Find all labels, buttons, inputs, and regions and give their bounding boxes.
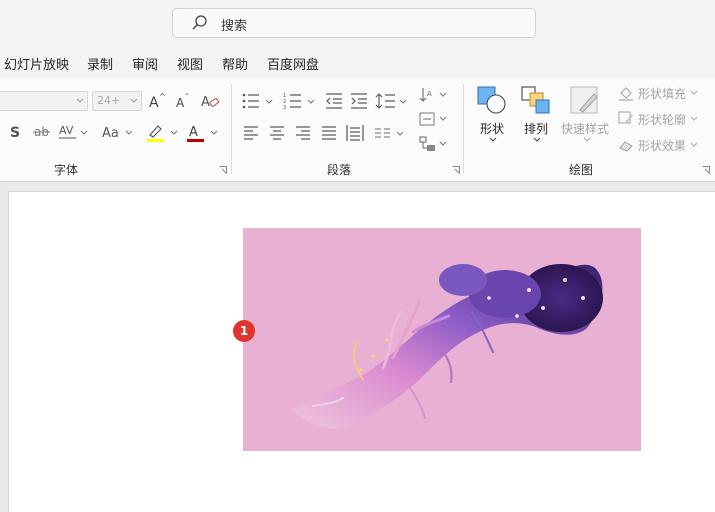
quick-styles-label: 快速样式 bbox=[561, 122, 610, 136]
ribbon: 24+ A ^ Aˇ A S ab AV Aa A 字体 123 A 段落 形状… bbox=[0, 78, 715, 182]
search-box[interactable]: 搜索 bbox=[172, 8, 536, 38]
character-spacing-icon[interactable]: AV bbox=[58, 124, 88, 140]
drawing-group-label: 绘图 bbox=[569, 163, 594, 177]
svg-text:^: ^ bbox=[159, 92, 166, 101]
font-name-dropdown[interactable] bbox=[0, 91, 88, 111]
svg-text:3: 3 bbox=[283, 105, 286, 110]
shape-fill-label: 形状填充 bbox=[638, 87, 687, 101]
align-left-icon[interactable] bbox=[243, 125, 259, 141]
search-icon bbox=[192, 15, 207, 30]
shape-outline-label: 形状轮廓 bbox=[638, 113, 687, 127]
slide-workspace: 1 bbox=[0, 182, 715, 512]
svg-text:S: S bbox=[10, 125, 20, 140]
align-center-icon[interactable] bbox=[269, 125, 285, 141]
arrange-label: 排列 bbox=[524, 122, 549, 136]
svg-text:ˇ: ˇ bbox=[185, 92, 189, 102]
chevron-down-icon bbox=[583, 137, 591, 142]
bullets-icon[interactable] bbox=[241, 92, 275, 110]
slide-canvas[interactable]: 1 bbox=[9, 192, 715, 512]
coral-illustration bbox=[291, 264, 603, 429]
font-size-dropdown[interactable]: 24+ bbox=[92, 91, 142, 111]
chevron-down-icon bbox=[533, 137, 541, 142]
group-separator bbox=[231, 84, 232, 174]
svg-text:A: A bbox=[427, 90, 432, 98]
svg-text:AV: AV bbox=[59, 124, 74, 137]
chevron-down-icon bbox=[690, 90, 698, 95]
smartart-convert-icon[interactable] bbox=[419, 135, 449, 153]
dialog-launcher-icon[interactable] bbox=[219, 166, 227, 174]
shapes-label: 形状 bbox=[480, 122, 505, 136]
group-separator bbox=[463, 84, 464, 174]
text-direction-icon[interactable]: A bbox=[419, 86, 449, 104]
dialog-launcher-icon[interactable] bbox=[702, 166, 710, 174]
svg-text:A: A bbox=[189, 125, 198, 140]
chevron-down-icon bbox=[130, 98, 138, 103]
increase-font-size-icon[interactable]: A ^ bbox=[148, 92, 166, 110]
shapes-icon bbox=[477, 86, 506, 114]
dialog-launcher-icon[interactable] bbox=[452, 166, 460, 174]
svg-text:Aa: Aa bbox=[102, 126, 119, 140]
tab-baidu-netdisk[interactable]: 百度网盘 bbox=[267, 54, 319, 73]
arrange-icon bbox=[521, 86, 550, 114]
highlight-color-icon[interactable] bbox=[146, 123, 180, 143]
font-group-label: 字体 bbox=[54, 163, 79, 177]
tab-slideshow[interactable]: 幻灯片放映 bbox=[4, 54, 69, 73]
columns-icon[interactable] bbox=[374, 125, 406, 141]
chevron-down-icon bbox=[690, 116, 698, 121]
font-size-value: 24+ bbox=[97, 94, 121, 107]
svg-text:A: A bbox=[201, 95, 210, 110]
coral-picture[interactable] bbox=[243, 228, 641, 451]
align-right-icon[interactable] bbox=[295, 125, 311, 141]
clear-formatting-icon[interactable]: A bbox=[200, 92, 220, 110]
svg-text:A: A bbox=[149, 95, 159, 110]
distributed-icon[interactable] bbox=[346, 124, 364, 142]
paint-bucket-icon bbox=[619, 87, 633, 101]
ribbon-tabs: 幻灯片放映 录制 审阅 视图 帮助 百度网盘 bbox=[0, 46, 715, 78]
change-case-icon[interactable]: Aa bbox=[101, 124, 133, 140]
paragraph-group-label: 段落 bbox=[327, 163, 352, 177]
quick-styles-icon bbox=[570, 86, 598, 114]
line-spacing-icon[interactable] bbox=[375, 92, 409, 110]
shape-effects-label: 形状效果 bbox=[638, 139, 687, 153]
justify-icon[interactable] bbox=[321, 125, 337, 141]
title-bar: 搜索 bbox=[0, 0, 715, 46]
search-placeholder: 搜索 bbox=[221, 19, 248, 34]
tab-record[interactable]: 录制 bbox=[87, 54, 113, 73]
tab-view[interactable]: 视图 bbox=[177, 54, 203, 73]
align-text-icon[interactable] bbox=[419, 110, 449, 128]
chevron-down-icon bbox=[489, 137, 497, 142]
svg-text:A: A bbox=[176, 96, 185, 110]
tab-review[interactable]: 审阅 bbox=[132, 54, 158, 73]
chevron-down-icon bbox=[76, 98, 84, 103]
chevron-down-icon bbox=[690, 142, 698, 147]
pen-icon bbox=[618, 111, 633, 124]
increase-indent-icon[interactable] bbox=[350, 92, 368, 110]
shadow-text-icon[interactable]: S bbox=[8, 124, 22, 140]
effects-icon bbox=[619, 141, 633, 152]
font-color-icon[interactable]: A bbox=[186, 123, 220, 143]
decrease-indent-icon[interactable] bbox=[325, 92, 343, 110]
numbering-icon[interactable]: 123 bbox=[283, 92, 317, 110]
step-badge: 1 bbox=[233, 320, 255, 342]
decrease-font-size-icon[interactable]: Aˇ bbox=[174, 92, 192, 110]
tab-help[interactable]: 帮助 bbox=[222, 54, 248, 73]
strikethrough-icon[interactable]: ab bbox=[33, 124, 51, 140]
